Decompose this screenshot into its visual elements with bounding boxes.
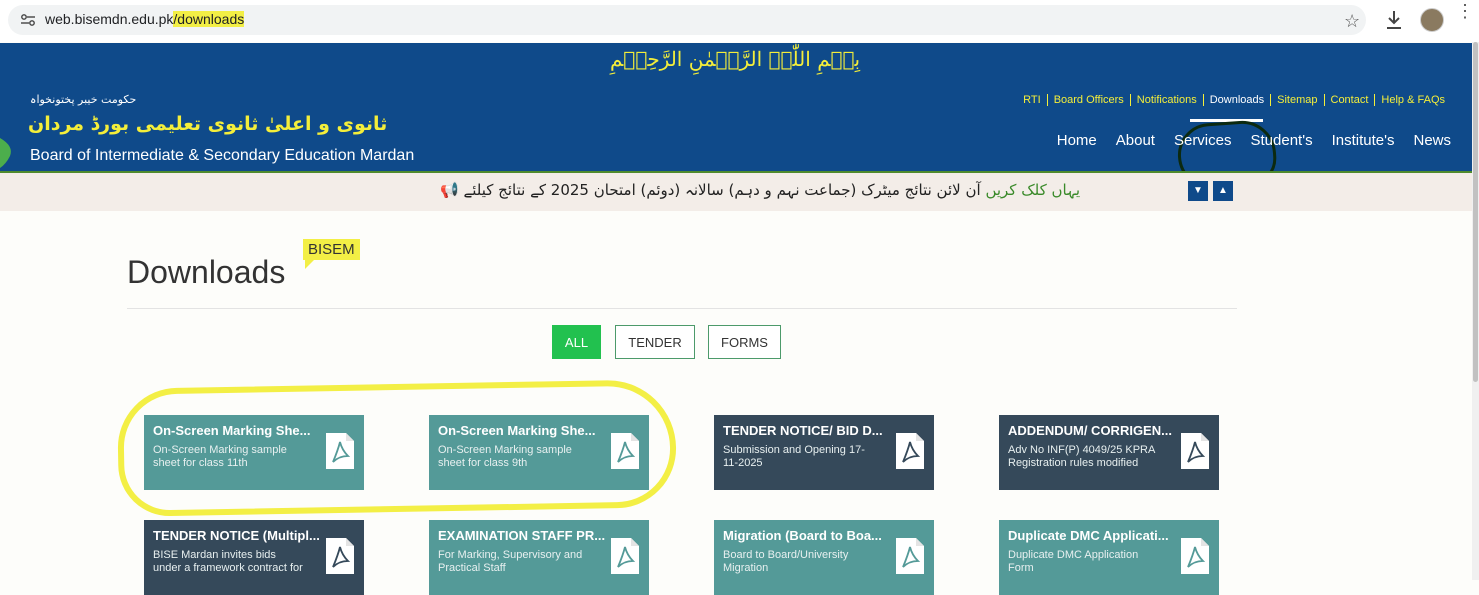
toplink-contact[interactable]: Contact: [1325, 94, 1375, 106]
browser-menu-icon[interactable]: ⋮: [1456, 2, 1474, 20]
card-title: TENDER NOTICE (Multipl...: [153, 528, 320, 543]
nav-students[interactable]: Student's: [1251, 132, 1313, 149]
title-divider: [127, 308, 1237, 309]
chevron-down-icon[interactable]: ▼: [1188, 181, 1208, 201]
bisem-badge: BISEM: [303, 239, 360, 260]
card-description: Duplicate DMC Application Form: [1008, 549, 1139, 574]
news-ticker: 📢 یہاں کلک کریں آن لائن نتائج میٹرک (جما…: [0, 171, 1472, 211]
card-description: BISE Mardan invites bids under a framewo…: [153, 549, 303, 574]
annotation-highlight-ring: [116, 379, 678, 517]
nav-institutes[interactable]: Institute's: [1332, 132, 1395, 149]
card-title: ADDENDUM/ CORRIGEN...: [1008, 423, 1172, 438]
pdf-icon: [896, 538, 924, 574]
card-title: TENDER NOTICE/ BID D...: [723, 423, 883, 438]
nav-about[interactable]: About: [1116, 132, 1155, 149]
download-card[interactable]: Duplicate DMC Applicati... Duplicate DMC…: [999, 520, 1219, 595]
card-description: Adv No INF(P) 4049/25 KPRA Registration …: [1008, 444, 1155, 469]
download-card[interactable]: ADDENDUM/ CORRIGEN... Adv No INF(P) 4049…: [999, 415, 1219, 490]
filter-tender-button[interactable]: TENDER: [615, 325, 695, 359]
card-title: Migration (Board to Boa...: [723, 528, 882, 543]
government-urdu-label: حکومت خیبر پختونخواہ: [30, 93, 137, 106]
card-description: Submission and Opening 17-11-2025: [723, 444, 865, 469]
pdf-icon: [896, 433, 924, 469]
bookmark-star-icon[interactable]: ☆: [1344, 11, 1360, 32]
site-header: بِسۡمِ اللّٰہِ الرَّحۡمٰنِ الرَّحِیۡمِ ح…: [0, 43, 1472, 192]
address-bar[interactable]: web.bisemdn.edu.pk/downloads ☆: [8, 5, 1366, 35]
logo-emblem-icon: [0, 138, 11, 168]
toplink-rti[interactable]: RTI: [1017, 94, 1047, 106]
board-urdu-name: ثانوی و اعلیٰ ثانوی تعلیمی بورڈ مردان: [28, 113, 388, 135]
nav-news[interactable]: News: [1413, 132, 1451, 149]
download-card[interactable]: TENDER NOTICE (Multipl... BISE Mardan in…: [144, 520, 364, 595]
url-text: web.bisemdn.edu.pk/downloads: [45, 11, 245, 27]
megaphone-icon: 📢: [440, 181, 459, 199]
toplink-downloads[interactable]: Downloads: [1204, 94, 1270, 106]
toplink-board-officers[interactable]: Board Officers: [1048, 94, 1130, 106]
top-links: RTI Board Officers Notifications Downloa…: [1017, 94, 1451, 106]
download-card[interactable]: Migration (Board to Boa... Board to Boar…: [714, 520, 934, 595]
url-path: /downloads: [173, 11, 245, 27]
toplink-notifications[interactable]: Notifications: [1131, 94, 1203, 106]
pdf-icon: [326, 538, 354, 574]
card-title: Duplicate DMC Applicati...: [1008, 528, 1169, 543]
download-card[interactable]: EXAMINATION STAFF PR... For Marking, Sup…: [429, 520, 649, 595]
pdf-icon: [1181, 538, 1209, 574]
badge-tail: [305, 259, 315, 269]
nav-services[interactable]: Services: [1174, 132, 1232, 149]
card-description: Board to Board/University Migration: [723, 549, 849, 574]
browser-toolbar: web.bisemdn.edu.pk/downloads ☆ ⋮: [0, 0, 1479, 42]
nav-home[interactable]: Home: [1057, 132, 1097, 149]
board-name[interactable]: Board of Intermediate & Secondary Educat…: [30, 147, 414, 165]
toplink-help-faqs[interactable]: Help & FAQs: [1375, 94, 1451, 106]
main-nav: Home About Services Student's Institute'…: [1038, 132, 1451, 149]
url-base: web.bisemdn.edu.pk: [45, 11, 174, 27]
page-scrollbar[interactable]: [1472, 42, 1479, 580]
site-settings-icon[interactable]: [20, 13, 36, 27]
card-title: EXAMINATION STAFF PR...: [438, 528, 606, 543]
scrollbar-thumb[interactable]: [1473, 42, 1478, 382]
toplink-sitemap[interactable]: Sitemap: [1271, 94, 1323, 106]
chevron-up-icon[interactable]: ▲: [1213, 181, 1233, 201]
download-card[interactable]: TENDER NOTICE/ BID D... Submission and O…: [714, 415, 934, 490]
filter-forms-button[interactable]: FORMS: [708, 325, 781, 359]
ticker-message: آن لائن نتائج میٹرک (جماعت نہم و دہم) سا…: [463, 181, 981, 199]
card-description: For Marking, Supervisory and Practical S…: [438, 549, 583, 574]
ticker-link[interactable]: یہاں کلک کریں: [985, 181, 1080, 199]
download-icon[interactable]: [1384, 9, 1404, 31]
profile-avatar[interactable]: [1420, 8, 1444, 32]
ticker-text: 📢 یہاں کلک کریں آن لائن نتائج میٹرک (جما…: [440, 181, 1080, 199]
pdf-icon: [611, 538, 639, 574]
bismillah-text: بِسۡمِ اللّٰہِ الرَّحۡمٰنِ الرَّحِیۡمِ: [610, 47, 861, 71]
pdf-icon: [1181, 433, 1209, 469]
filter-all-button[interactable]: ALL: [552, 325, 601, 359]
page-title: Downloads: [127, 254, 286, 290]
